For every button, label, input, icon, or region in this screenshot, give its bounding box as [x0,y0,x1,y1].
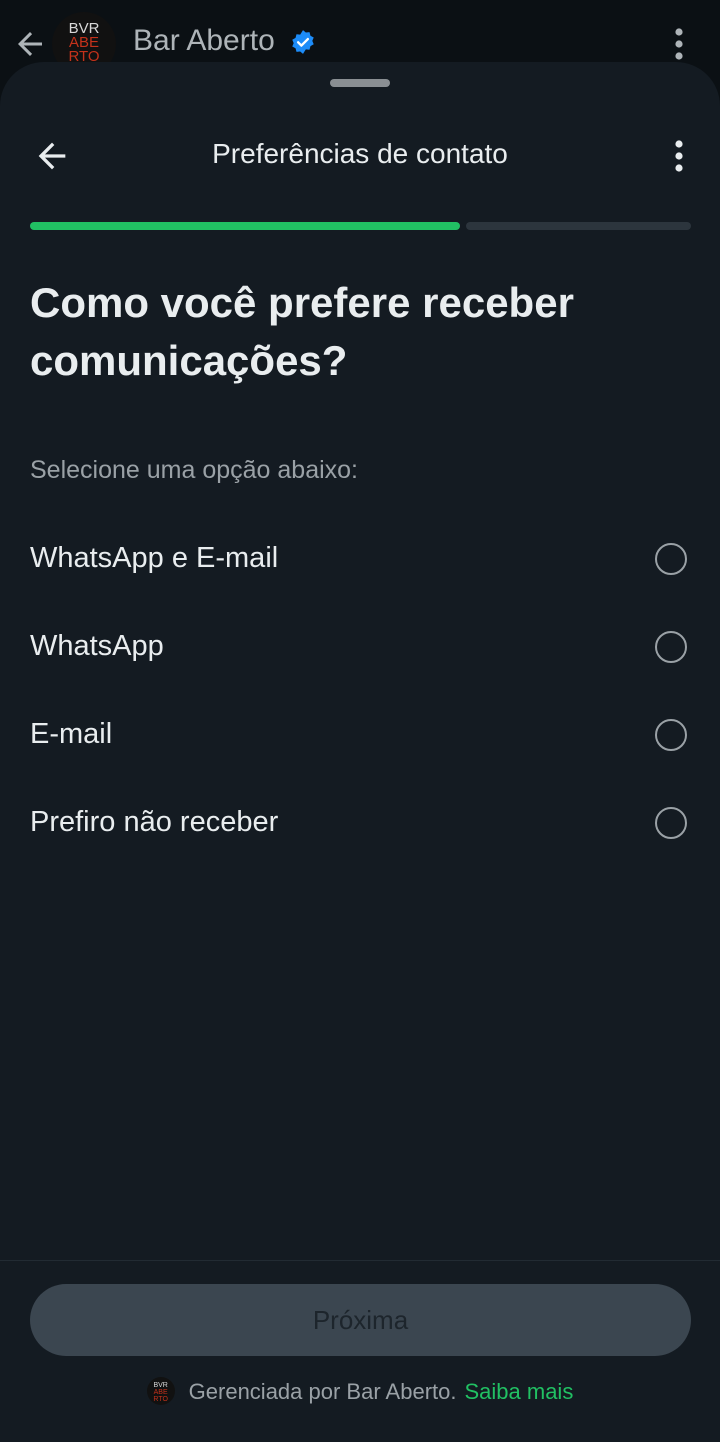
next-button[interactable]: Próxima [30,1284,691,1356]
mini-avatar-text-line1: BVR [153,1382,168,1390]
progress-bar-remaining [466,222,691,230]
instruction-text: Selecione uma opção abaixo: [30,456,359,484]
sheet-title: Preferências de contato [212,138,508,169]
option-no-communication[interactable]: Prefiro não receber [0,780,720,868]
option-label: WhatsApp [30,630,164,662]
contact-preferences-sheet: Preferências de contato Como você prefer… [0,62,720,1442]
managed-by-footer: BVR ABE RTO Gerenciada por Bar Aberto. Sa… [0,1377,720,1415]
option-email[interactable]: E-mail [0,692,720,780]
option-label: E-mail [30,718,113,750]
managed-by-text: Gerenciada por Bar Aberto. [188,1379,457,1404]
question-heading: Como você prefere receber comunicações? [30,279,574,384]
arrow-left-icon[interactable] [12,26,48,62]
option-whatsapp-email[interactable]: WhatsApp e E-mail [0,516,720,604]
footer-divider [0,1260,720,1261]
mini-avatar-text-line3: RTO [153,1396,168,1404]
mini-avatar-text-line2: ABE [153,1389,168,1397]
option-label: WhatsApp e E-mail [30,542,279,574]
contact-name[interactable]: Bar Aberto [133,24,275,58]
business-avatar: BVR ABE RTO [146,1377,175,1406]
radio-button[interactable] [655,543,687,575]
learn-more-link[interactable]: Saiba mais [464,1379,573,1404]
drag-handle[interactable] [330,79,390,87]
option-label: Prefiro não receber [30,806,279,838]
radio-button[interactable] [655,631,687,663]
radio-button[interactable] [655,719,687,751]
more-vertical-icon[interactable] [666,26,692,62]
progress-bar [30,222,691,230]
option-whatsapp[interactable]: WhatsApp [0,604,720,692]
progress-bar-filled [30,222,460,230]
radio-button[interactable] [655,807,687,839]
more-vertical-icon[interactable] [666,138,692,174]
verified-badge-icon [292,30,314,54]
